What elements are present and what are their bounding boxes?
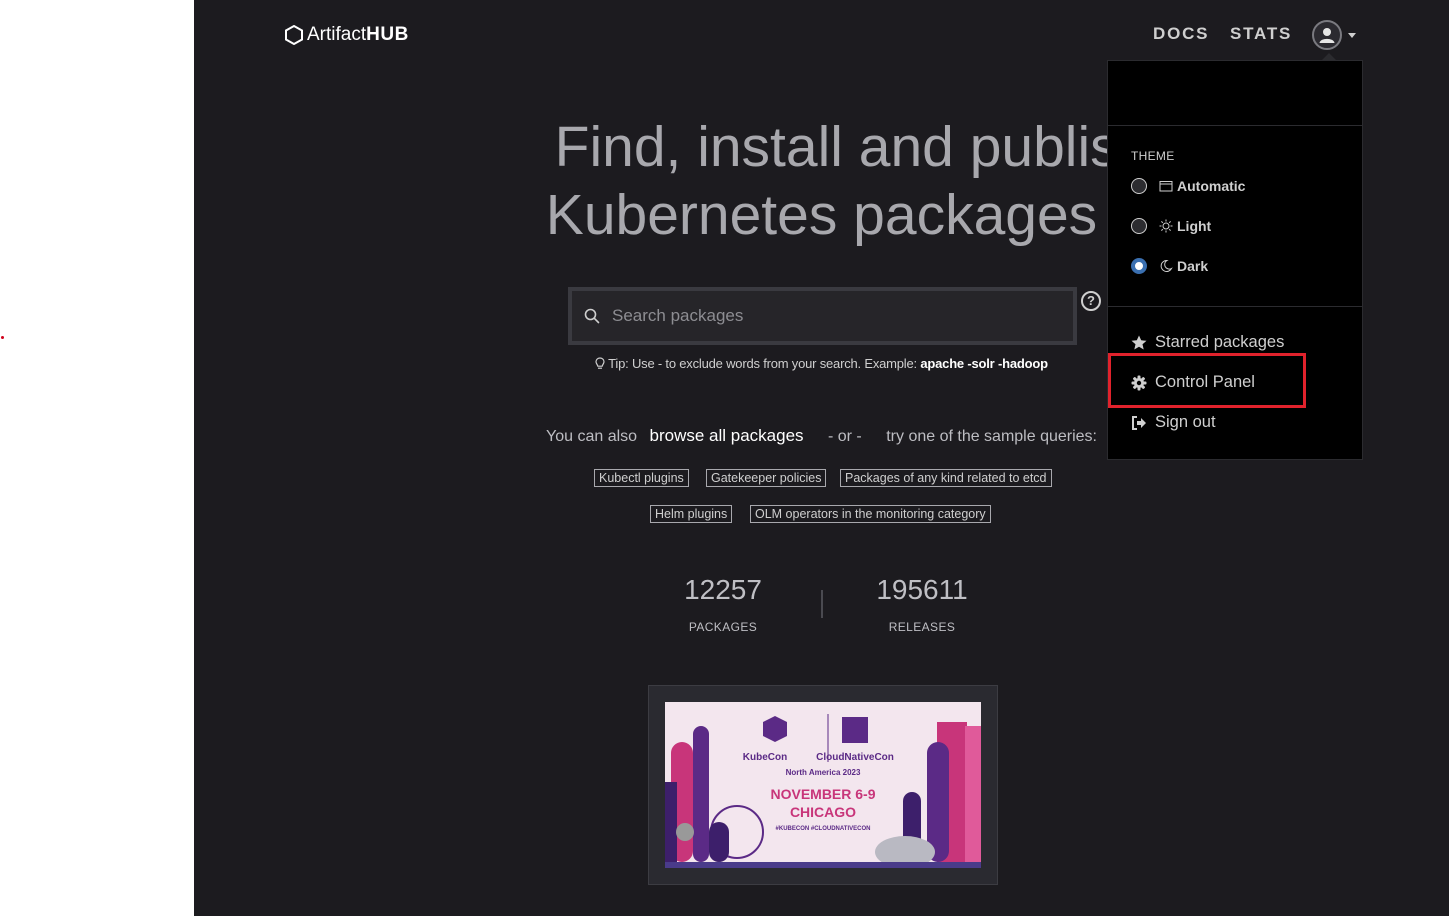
theme-label-dark: Dark (1177, 258, 1209, 274)
sample-query-gatekeeper[interactable]: Gatekeeper policies (706, 469, 827, 487)
browse-prefix: You can also (546, 428, 638, 445)
browse-all-packages-link[interactable]: browse all packages (650, 426, 804, 445)
nav-stats-link[interactable]: STATS (1230, 24, 1292, 44)
theme-option-light[interactable]: Light (1131, 218, 1211, 234)
sun-icon (1159, 219, 1173, 233)
tip-example: apache -solr -hadoop (920, 356, 1048, 371)
theme-label-automatic: Automatic (1177, 178, 1246, 194)
highlight-box (1108, 353, 1306, 408)
theme-radio-automatic[interactable] (1131, 178, 1147, 194)
browse-suffix: try one of the sample queries: (886, 428, 1097, 445)
banner-city: CHICAGO (789, 804, 857, 820)
event-banner[interactable]: KubeCon CloudNativeCon North America 202… (648, 685, 998, 885)
menu-sign-out[interactable]: Sign out (1131, 413, 1216, 432)
star-icon (1131, 335, 1147, 350)
dropdown-divider (1108, 306, 1362, 307)
user-menu-button[interactable] (1312, 18, 1356, 52)
kubecon-banner-image: KubeCon CloudNativeCon North America 202… (665, 702, 981, 868)
nav-docs-link[interactable]: DOCS (1153, 24, 1209, 44)
user-circle-icon (1312, 20, 1342, 50)
hexagon-logo-icon (285, 25, 303, 45)
theme-section-title: THEME (1131, 149, 1175, 163)
sample-query-helm-plugins[interactable]: Helm plugins (650, 505, 733, 523)
sample-query-olm-monitoring[interactable]: OLM operators in the monitoring category (750, 505, 991, 523)
banner-dates: NOVEMBER 6-9 (770, 786, 876, 802)
search-input[interactable] (610, 305, 1034, 327)
app-window: Artifact HUB DOCS STATS Find, install an… (194, 0, 1449, 916)
moon-icon (1159, 259, 1173, 273)
search-icon (584, 308, 600, 324)
theme-radio-dark[interactable] (1131, 258, 1147, 274)
question-circle-icon[interactable]: ? (1081, 291, 1101, 311)
menu-starred-packages[interactable]: Starred packages (1131, 333, 1284, 352)
sign-out-icon (1131, 415, 1147, 430)
logo-text-hub: HUB (366, 24, 409, 45)
dropdown-divider (1108, 125, 1362, 126)
calendar-icon (1159, 180, 1173, 192)
banner-region: North America 2023 (785, 768, 861, 777)
sample-query-kubectl-plugins[interactable]: Kubectl plugins (594, 469, 689, 487)
packages-count: 12257 (684, 574, 762, 605)
tip-text: Tip: Use - to exclude words from your se… (608, 356, 917, 371)
banner-brand-cloudnativecon: CloudNativeCon (816, 752, 894, 763)
caret-down-icon (1348, 32, 1356, 38)
logo-text-artifact: Artifact (307, 24, 367, 45)
releases-label: RELEASES (888, 620, 956, 634)
sample-query-etcd[interactable]: Packages of any kind related to etcd (840, 469, 1052, 487)
menu-label-sign-out: Sign out (1155, 413, 1216, 431)
theme-option-dark[interactable]: Dark (1131, 258, 1208, 274)
theme-option-automatic[interactable]: Automatic (1131, 178, 1245, 194)
menu-label-starred: Starred packages (1155, 333, 1285, 351)
lightbulb-icon (595, 357, 605, 373)
artifacthub-logo[interactable]: Artifact HUB (285, 22, 409, 48)
search-box (568, 287, 1077, 345)
theme-label-light: Light (1177, 218, 1212, 234)
browse-line: You can also browse all packages - or - … (546, 426, 1097, 446)
packages-label: PACKAGES (688, 620, 758, 634)
theme-radio-light[interactable] (1131, 218, 1147, 234)
browse-or: - or - (827, 428, 862, 445)
releases-count: 195611 (876, 574, 968, 605)
stats-divider (821, 590, 823, 618)
marker-dot (1, 336, 4, 339)
banner-hashtags: #KUBECON #CLOUDNATIVECON (775, 826, 871, 832)
